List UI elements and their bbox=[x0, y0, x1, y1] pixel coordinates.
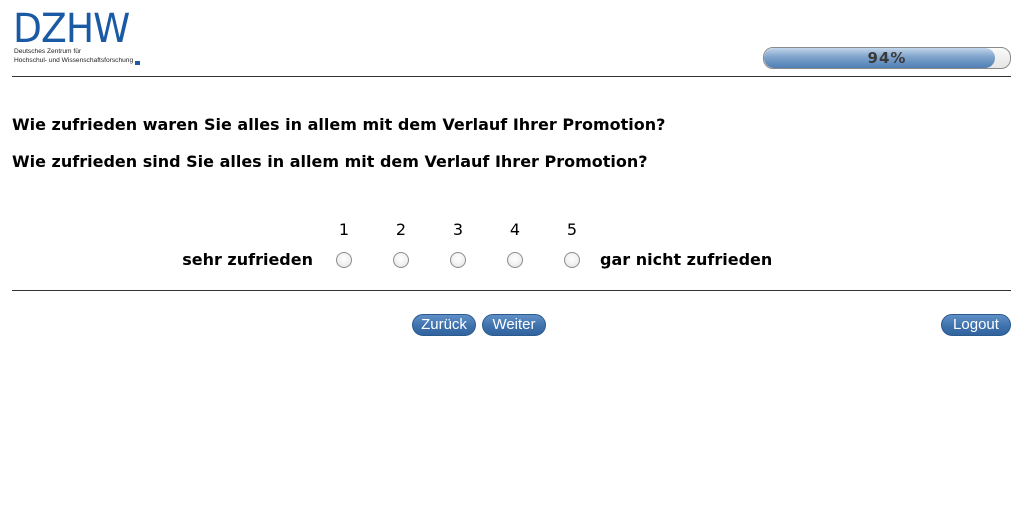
footer-divider bbox=[12, 290, 1011, 291]
question-text-present: Wie zufrieden sind Sie alles in allem mi… bbox=[12, 152, 648, 171]
header: DZHW Deutsches Zentrum für Hochschul- un… bbox=[0, 0, 1024, 77]
scale-number-4: 4 bbox=[509, 220, 521, 239]
scale-number-5: 5 bbox=[566, 220, 578, 239]
logo-square-mark bbox=[135, 61, 140, 65]
header-divider bbox=[12, 76, 1011, 77]
scale-number-2: 2 bbox=[395, 220, 407, 239]
radio-option-2[interactable] bbox=[393, 252, 409, 268]
back-button[interactable]: Zurück bbox=[412, 314, 476, 336]
logo-mark: DZHW bbox=[13, 6, 130, 52]
question-text-past: Wie zufrieden waren Sie alles in allem m… bbox=[12, 115, 666, 134]
scale-label-right: gar nicht zufrieden bbox=[600, 250, 773, 269]
scale-number-3: 3 bbox=[452, 220, 464, 239]
logout-button[interactable]: Logout bbox=[941, 314, 1011, 336]
radio-option-5[interactable] bbox=[564, 252, 580, 268]
scale-label-left: sehr zufrieden bbox=[182, 250, 313, 269]
scale-number-1: 1 bbox=[338, 220, 350, 239]
next-button[interactable]: Weiter bbox=[482, 314, 546, 336]
dzhw-logo: DZHW Deutsches Zentrum für Hochschul- un… bbox=[13, 9, 153, 69]
logo-subtitle-line-2: Hochschul- und Wissenschaftsforschung bbox=[14, 57, 134, 64]
radio-option-1[interactable] bbox=[336, 252, 352, 268]
progress-percentage: 94% bbox=[867, 49, 907, 67]
progress-bar: 94% bbox=[763, 47, 1011, 69]
logo-subtitle-line-1: Deutsches Zentrum für bbox=[14, 48, 82, 55]
radio-option-4[interactable] bbox=[507, 252, 523, 268]
radio-option-3[interactable] bbox=[450, 252, 466, 268]
